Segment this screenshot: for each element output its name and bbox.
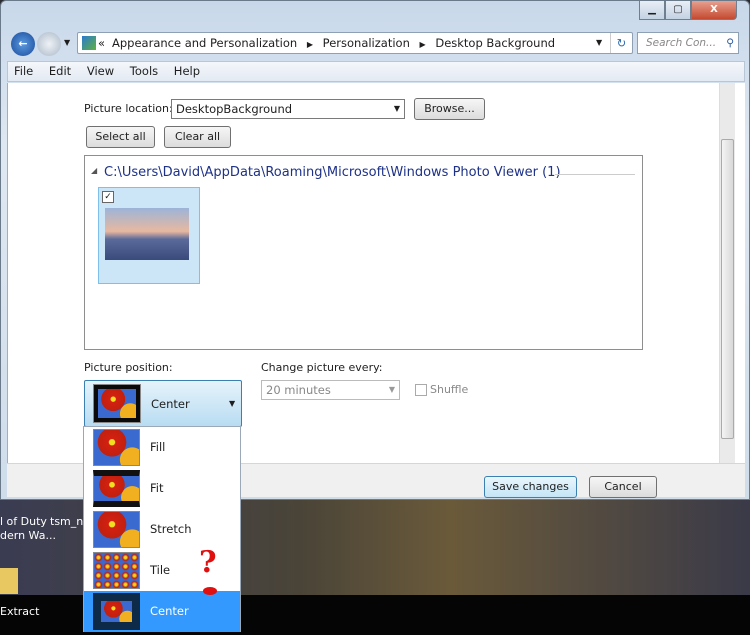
option-stretch[interactable]: Stretch (84, 509, 240, 550)
refresh-icon[interactable]: ↻ (610, 33, 632, 53)
fit-preview-icon (93, 470, 140, 507)
menu-bar: File Edit View Tools Help (7, 61, 745, 82)
handwritten-question-mark: ? (199, 545, 217, 580)
option-fill[interactable]: Fill (84, 427, 240, 468)
chevron-right-icon[interactable]: ▶ (307, 40, 313, 49)
change-picture-label: Change picture every: (261, 361, 383, 374)
option-label: Stretch (150, 522, 192, 536)
center-preview-icon (93, 384, 141, 423)
picture-item[interactable]: ✓ (98, 187, 200, 284)
option-center[interactable]: Center (84, 591, 240, 632)
option-label: Fit (150, 481, 164, 495)
chevron-down-icon: ▼ (388, 385, 395, 394)
picture-position-value: Center (151, 397, 190, 411)
desktop-icon-label[interactable]: Extract (0, 605, 39, 618)
vertical-scrollbar[interactable] (719, 83, 735, 463)
shuffle-label: Shuffle (430, 383, 469, 396)
chevron-right-icon[interactable]: ▶ (420, 40, 426, 49)
menu-tools[interactable]: Tools (130, 64, 158, 78)
clear-all-button[interactable]: Clear all (164, 126, 231, 148)
menu-edit[interactable]: Edit (49, 64, 71, 78)
menu-help[interactable]: Help (174, 64, 200, 78)
breadcrumb-desktop-background: Desktop Background (435, 36, 556, 50)
picture-position-label: Picture position: (84, 361, 173, 374)
control-panel-icon (82, 36, 96, 50)
search-icon[interactable]: ⚲ (726, 33, 734, 53)
search-input[interactable]: Search Con... ⚲ (637, 32, 739, 54)
maximize-button[interactable]: ▢ (665, 1, 691, 20)
chevron-down-icon: ▼ (393, 104, 400, 113)
close-button[interactable]: X (691, 1, 737, 20)
recent-pages-dropdown-icon[interactable]: ▼ (64, 38, 70, 47)
address-dropdown-icon[interactable]: ▼ (596, 33, 602, 53)
save-changes-button[interactable]: Save changes (484, 476, 577, 498)
picture-position-select[interactable]: Center ▼ (84, 380, 242, 427)
picture-location-label: Picture location: (84, 102, 173, 115)
collapse-group-icon[interactable]: ◢ (91, 166, 97, 175)
breadcrumb-appearance[interactable]: Appearance and Personalization (112, 36, 297, 50)
tower-bridge-thumbnail (105, 208, 189, 260)
interval-select[interactable]: 20 minutes ▼ (261, 380, 400, 400)
picture-location-value: DesktopBackground (176, 102, 293, 116)
fill-preview-icon (93, 429, 140, 466)
tile-preview-icon (93, 552, 140, 589)
desktop-icon-label: dern Wa... (0, 529, 56, 542)
minimize-button[interactable]: ▁ (639, 1, 665, 20)
search-placeholder: Search Con... (646, 37, 717, 49)
breadcrumb-personalization[interactable]: Personalization (323, 36, 410, 50)
option-tile[interactable]: Tile (84, 550, 240, 591)
control-panel-window: ▁ ▢ X ← ▼ « Appearance and Personalizati… (0, 0, 750, 500)
option-fit[interactable]: Fit (84, 468, 240, 509)
address-bar[interactable]: « Appearance and Personalization ▶ Perso… (77, 32, 633, 54)
menu-file[interactable]: File (14, 64, 33, 78)
cancel-button[interactable]: Cancel (589, 476, 657, 498)
scrollbar-thumb[interactable] (721, 139, 734, 439)
picture-position-dropdown: Fill Fit Stretch Tile Center ? (83, 426, 241, 632)
handwritten-dot (203, 587, 217, 595)
browse-button[interactable]: Browse... (414, 98, 485, 120)
stretch-preview-icon (93, 511, 140, 548)
option-label: Center (150, 604, 189, 618)
group-divider (555, 174, 635, 175)
picture-location-select[interactable]: DesktopBackground ▼ (171, 99, 405, 119)
menu-view[interactable]: View (87, 64, 114, 78)
breadcrumb-overflow[interactable]: « (98, 33, 105, 53)
picture-gallery: ◢ C:\Users\David\AppData\Roaming\Microso… (84, 155, 643, 350)
desktop-icon-label[interactable]: l of Duty (0, 515, 47, 528)
folder-icon[interactable] (0, 568, 18, 594)
picture-checkbox[interactable]: ✓ (102, 191, 114, 203)
interval-value: 20 minutes (266, 383, 331, 397)
option-label: Tile (150, 563, 171, 577)
option-label: Fill (150, 440, 166, 454)
forward-button[interactable] (37, 32, 61, 56)
gallery-group-header[interactable]: C:\Users\David\AppData\Roaming\Microsoft… (104, 165, 561, 180)
back-button[interactable]: ← (11, 32, 35, 56)
center-preview-icon (93, 593, 140, 630)
chevron-down-icon: ▼ (229, 399, 236, 408)
select-all-button[interactable]: Select all (86, 126, 155, 148)
shuffle-checkbox[interactable] (415, 384, 427, 396)
